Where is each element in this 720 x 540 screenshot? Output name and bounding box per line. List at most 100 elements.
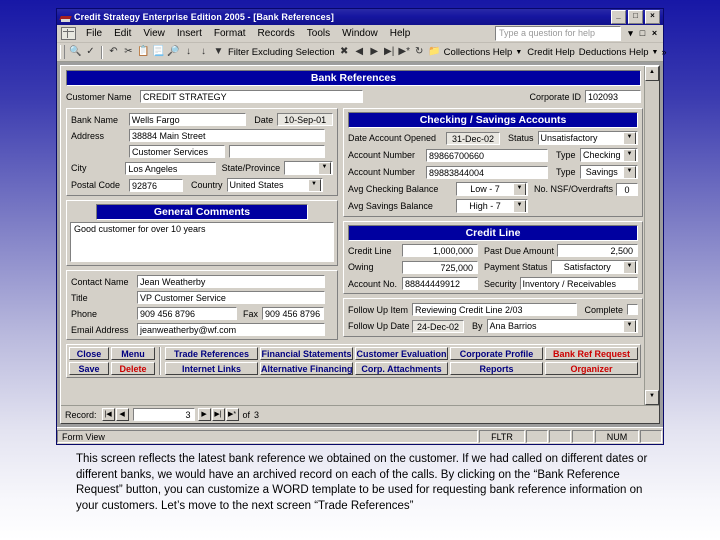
- type-2-select[interactable]: Savings ▼: [579, 165, 639, 179]
- email-address-field[interactable]: jeanweatherby@wf.com: [137, 323, 325, 336]
- menu-item-help[interactable]: Help: [384, 27, 417, 40]
- country-chevron-down-icon[interactable]: ▼: [307, 179, 321, 191]
- mdi-system-menu-icon[interactable]: [61, 27, 76, 40]
- ask-a-question-input[interactable]: Type a question for help: [495, 26, 621, 41]
- first-record-button[interactable]: |◀: [101, 408, 115, 421]
- credit-line-field[interactable]: 1,000,000: [402, 244, 478, 257]
- folder-icon[interactable]: 📁: [427, 45, 442, 60]
- fax-field[interactable]: 909 456 8796: [262, 307, 325, 320]
- scrollbar-track[interactable]: [645, 81, 659, 390]
- trade-references-button[interactable]: Trade References: [165, 347, 258, 360]
- close-form-button[interactable]: Close: [69, 347, 109, 360]
- close-button[interactable]: ×: [645, 10, 660, 24]
- last-record-button[interactable]: ▶|: [211, 408, 225, 421]
- postal-code-field[interactable]: 92876: [129, 178, 183, 192]
- menu-item-records[interactable]: Records: [252, 27, 301, 40]
- avg-checking-balance-select[interactable]: Low - 7 ▼: [456, 182, 528, 196]
- mdi-close-button[interactable]: ×: [649, 28, 660, 39]
- account-no-field[interactable]: 88844449912: [402, 277, 478, 290]
- type-2-chevron-down-icon[interactable]: ▼: [623, 166, 637, 178]
- undo-icon[interactable]: ↶: [106, 45, 121, 60]
- form-vertical-scrollbar[interactable]: ▲ ▼: [644, 66, 659, 405]
- menu-item-edit[interactable]: Edit: [108, 27, 137, 40]
- sort-descending-icon[interactable]: ↓: [196, 45, 211, 60]
- previous-record-button[interactable]: ◀: [115, 408, 129, 421]
- scroll-up-button[interactable]: ▲: [645, 66, 659, 81]
- country-select[interactable]: United States ▼: [226, 178, 323, 192]
- customer-name-field[interactable]: CREDIT STRATEGY: [140, 90, 363, 103]
- new-record-button[interactable]: ▶*: [225, 408, 239, 421]
- bank-name-field[interactable]: Wells Fargo: [128, 113, 247, 126]
- avg-checking-chevron-down-icon[interactable]: ▼: [513, 183, 526, 195]
- contact-name-field[interactable]: Jean Weatherby: [137, 275, 325, 288]
- security-field[interactable]: Inventory / Receivables: [519, 277, 639, 290]
- state-province-select[interactable]: ▼: [284, 161, 333, 175]
- menu-item-format[interactable]: Format: [208, 27, 252, 40]
- title-field[interactable]: VP Customer Service: [137, 291, 325, 304]
- type-1-select[interactable]: Checking ▼: [579, 148, 639, 162]
- customer-evaluation-button[interactable]: Customer Evaluation: [355, 347, 448, 360]
- corp-attachments-button[interactable]: Corp. Attachments: [355, 362, 448, 375]
- cut-icon[interactable]: ✂: [121, 45, 136, 60]
- toolbar-overflow-button[interactable]: »: [661, 48, 669, 57]
- corporate-id-field[interactable]: 102093: [585, 90, 641, 103]
- collections-help-label[interactable]: Collections Help: [442, 47, 515, 58]
- menu-item-file[interactable]: File: [80, 27, 108, 40]
- follow-up-date-field[interactable]: 24-Dec-02: [412, 319, 464, 333]
- next-record-icon[interactable]: ▶: [367, 45, 382, 60]
- date-field[interactable]: 10-Sep-01: [277, 113, 333, 126]
- mdi-restore-button[interactable]: □: [637, 28, 648, 39]
- remove-filter-icon[interactable]: ✖: [337, 45, 352, 60]
- menu-button[interactable]: Menu: [111, 347, 155, 360]
- copy-icon[interactable]: 📋: [136, 45, 151, 60]
- menu-item-tools[interactable]: Tools: [301, 27, 336, 40]
- paste-icon[interactable]: 📃: [151, 45, 166, 60]
- delete-button[interactable]: Delete: [111, 362, 155, 375]
- address-line2-field[interactable]: Customer Services: [129, 145, 225, 158]
- address-line1-field[interactable]: 38884 Main Street: [129, 129, 325, 142]
- filter-excluding-selection-label[interactable]: Filter Excluding Selection: [226, 47, 337, 58]
- follow-up-by-chevron-down-icon[interactable]: ▼: [623, 320, 637, 332]
- owing-field[interactable]: 725,000: [402, 260, 478, 274]
- current-record-input[interactable]: 3: [132, 408, 195, 421]
- avg-savings-balance-select[interactable]: High - 7 ▼: [456, 199, 528, 213]
- menu-item-window[interactable]: Window: [336, 27, 384, 40]
- credit-help-label[interactable]: Credit Help: [525, 47, 577, 58]
- account-number-2-field[interactable]: 89883844004: [426, 165, 548, 179]
- spellcheck-icon[interactable]: ✓: [83, 45, 98, 60]
- internet-links-button[interactable]: Internet Links: [165, 362, 258, 375]
- corporate-profile-button[interactable]: Corporate Profile: [450, 347, 543, 360]
- organizer-button[interactable]: Organizer: [545, 362, 638, 375]
- sort-ascending-icon[interactable]: ↓: [181, 45, 196, 60]
- payment-status-chevron-down-icon[interactable]: ▼: [623, 261, 637, 273]
- avg-savings-chevron-down-icon[interactable]: ▼: [513, 200, 526, 212]
- complete-checkbox[interactable]: [627, 304, 639, 315]
- last-record-icon[interactable]: ▶|: [382, 45, 397, 60]
- next-record-button[interactable]: ▶: [197, 408, 211, 421]
- menu-item-view[interactable]: View: [137, 27, 171, 40]
- state-province-chevron-down-icon[interactable]: ▼: [317, 162, 331, 174]
- scroll-down-button[interactable]: ▼: [645, 390, 659, 405]
- find-binoculars-icon[interactable]: 🔎: [166, 45, 181, 60]
- bank-ref-request-button[interactable]: Bank Ref Request: [545, 347, 638, 360]
- reports-button[interactable]: Reports: [450, 362, 543, 375]
- search-icon[interactable]: 🔍: [68, 45, 83, 60]
- refresh-icon[interactable]: ↻: [412, 45, 427, 60]
- alternative-financing-button[interactable]: Alternative Financing: [260, 362, 353, 375]
- follow-up-item-field[interactable]: Reviewing Credit Line 2/03: [412, 303, 577, 316]
- collections-help-chevron-down-icon[interactable]: ▼: [514, 49, 525, 56]
- mdi-minimize-button[interactable]: ▾: [625, 28, 636, 39]
- deductions-help-label[interactable]: Deductions Help: [577, 47, 651, 58]
- type-1-chevron-down-icon[interactable]: ▼: [623, 149, 637, 161]
- date-account-opened-field[interactable]: 31-Dec-02: [446, 131, 500, 145]
- payment-status-select[interactable]: Satisfactory ▼: [550, 260, 639, 274]
- status-chevron-down-icon[interactable]: ▼: [623, 132, 637, 144]
- city-field[interactable]: Los Angeles: [125, 161, 216, 175]
- new-record-icon[interactable]: ▶*: [397, 45, 412, 60]
- deductions-help-chevron-down-icon[interactable]: ▼: [651, 49, 662, 56]
- previous-record-icon[interactable]: ◀: [352, 45, 367, 60]
- minimize-button[interactable]: _: [611, 10, 626, 24]
- financial-statements-button[interactable]: Financial Statements: [260, 347, 353, 360]
- filter-icon[interactable]: ▼: [211, 45, 226, 60]
- toolbar-grip[interactable]: [60, 45, 65, 59]
